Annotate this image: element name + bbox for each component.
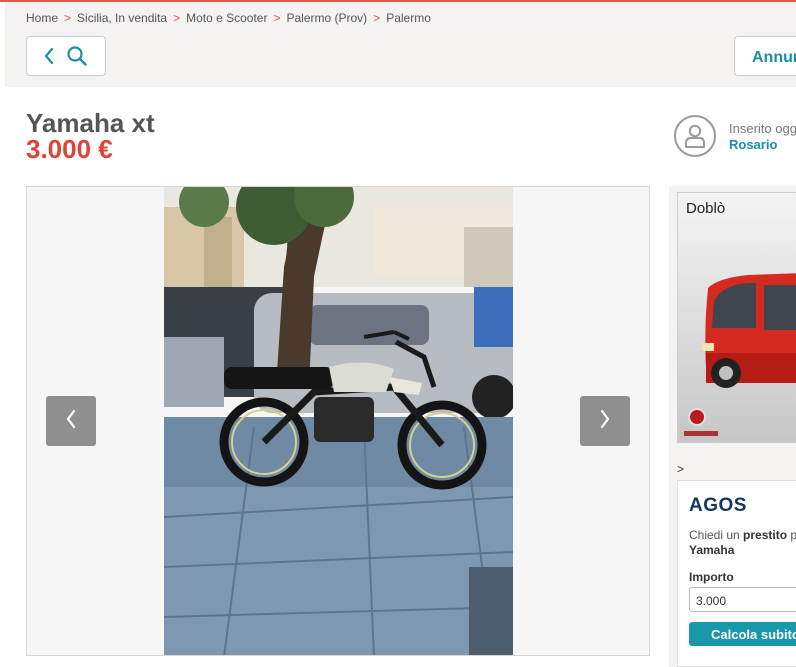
breadcrumb-category[interactable]: Moto e Scooter [186, 11, 267, 25]
breadcrumb-home[interactable]: Home [26, 11, 58, 25]
amount-label: Importo [689, 570, 734, 584]
seller-name[interactable]: Rosario [729, 137, 777, 152]
fiat-logo [688, 408, 706, 426]
next-photo-button[interactable] [580, 396, 630, 446]
amount-input[interactable]: 3.000 [689, 587, 796, 612]
fiat-professional-mark [684, 431, 718, 436]
photo-gallery [26, 186, 650, 656]
ad-banner[interactable]: Doblò [677, 192, 796, 443]
breadcrumb-separator: > [173, 11, 181, 25]
breadcrumb-region[interactable]: Sicilia, In vendita [77, 11, 167, 25]
breadcrumb-separator: > [64, 11, 72, 25]
user-avatar-icon [674, 115, 716, 157]
listing-price: 3.000 € [26, 134, 113, 164]
calculate-loan-button[interactable]: Calcola subito [689, 622, 796, 646]
ad-marker: > [677, 462, 685, 476]
chevron-right-icon [599, 409, 611, 434]
breadcrumb-province[interactable]: Palermo (Prov) [286, 11, 367, 25]
chevron-left-icon [65, 409, 77, 434]
chevron-left-icon [44, 47, 54, 65]
breadcrumb-separator: > [273, 11, 281, 25]
back-to-search-button[interactable] [26, 36, 106, 76]
loan-product-name: Yamaha [689, 543, 735, 557]
previous-photo-button[interactable] [46, 396, 96, 446]
breadcrumb-city[interactable]: Palermo [386, 11, 431, 25]
search-icon [66, 45, 88, 67]
agos-logo: AGOS [689, 495, 747, 516]
loan-widget: AGOS Chiedi un prestito per Yamaha Impor… [677, 480, 796, 667]
van-illustration [702, 273, 796, 388]
loan-description: Chiedi un prestito per [689, 528, 796, 542]
breadcrumb-separator: > [373, 11, 381, 25]
posted-date-label: Inserito oggi [729, 121, 796, 136]
annunci-button[interactable]: Annunci [734, 36, 796, 76]
breadcrumb: Home > Sicilia, In vendita > Moto e Scoo… [26, 11, 431, 25]
listing-photo[interactable] [164, 187, 513, 655]
